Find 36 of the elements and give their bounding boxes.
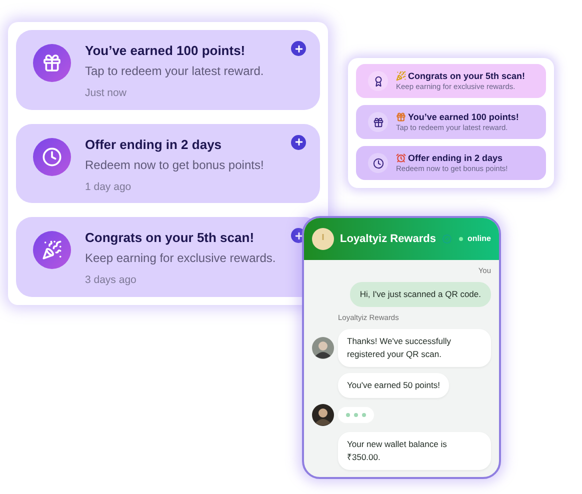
party-popper-icon bbox=[396, 71, 406, 81]
verified-icon bbox=[442, 234, 452, 244]
notification-title: Offer ending in 2 days bbox=[85, 136, 223, 154]
sent-message-bubble: Hi, I've just scanned a QR code. bbox=[350, 282, 491, 307]
mini-notification-title: Congrats on your 5th scan! bbox=[408, 70, 526, 82]
chat-title: Loyaltyiz Rewards bbox=[340, 232, 436, 247]
notification-card[interactable]: Offer ending in 2 days Redeem now to get bonus points! 1 day ago bbox=[16, 124, 320, 204]
bot-avatar bbox=[312, 228, 334, 250]
received-message-bubble: Thanks! We've successfully registered your QR scan. bbox=[338, 328, 491, 367]
mini-notification-title: Offer ending in 2 days bbox=[408, 152, 503, 164]
add-button[interactable] bbox=[291, 134, 306, 150]
party-popper-icon bbox=[42, 240, 62, 260]
typing-indicator bbox=[338, 406, 374, 423]
alarm-clock-icon bbox=[396, 153, 406, 163]
gift-icon bbox=[396, 112, 406, 122]
notification-message: Keep earning for exclusive rewards. bbox=[85, 250, 276, 268]
received-message-bubble: You've earned 50 points! bbox=[338, 372, 449, 398]
notification-message: Tap to redeem your latest reward. bbox=[85, 63, 264, 80]
gift-icon bbox=[372, 116, 384, 128]
notification-time: 1 day ago bbox=[85, 180, 132, 194]
gift-icon bbox=[42, 53, 62, 73]
plus-icon bbox=[294, 137, 304, 148]
notification-card[interactable]: You’ve earned 100 points! Tap to redeem your latest reward. Just now bbox=[16, 30, 320, 110]
notification-time: 3 days ago bbox=[85, 273, 138, 288]
notification-time: Just now bbox=[85, 86, 128, 100]
notification-title: You’ve earned 100 points! bbox=[85, 42, 246, 60]
notification-title: Congrats on your 5th scan! bbox=[85, 229, 256, 248]
clock-icon bbox=[372, 158, 384, 168]
received-message-bubble: Your new wallet balance is ₹350.00. bbox=[338, 432, 491, 470]
plus-icon bbox=[294, 44, 304, 54]
status-text: online bbox=[467, 233, 491, 245]
notification-message: Redeem now to get bonus points! bbox=[85, 156, 264, 174]
clock-icon bbox=[42, 146, 62, 167]
award-icon bbox=[372, 76, 384, 86]
mini-notification-title: You’ve earned 100 points! bbox=[408, 111, 519, 123]
add-button[interactable] bbox=[291, 41, 306, 56]
